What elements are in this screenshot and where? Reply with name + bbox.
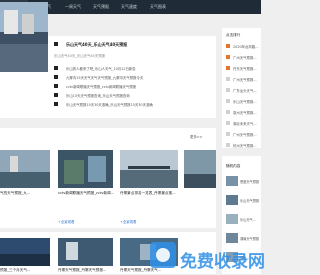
feature-list-item[interactable]: 乐山天气预报15天30天准确_乐山天气预报15天30天准确 xyxy=(66,102,153,107)
feature-list-item[interactable]: 乐山15天天气预报查询_乐山天气预报查询 xyxy=(66,93,130,98)
rank-item[interactable]: 泉州天气预报... xyxy=(233,110,261,115)
rank-marker xyxy=(226,88,230,92)
watermark: 免费收录网 xyxy=(150,238,265,274)
rank-marker xyxy=(226,77,230,81)
article-thumbnail[interactable] xyxy=(120,150,178,188)
list-marker xyxy=(54,93,58,97)
article-thumbnail[interactable] xyxy=(58,150,113,188)
rank-item[interactable]: 丹东天气预报... xyxy=(233,66,261,71)
rank-marker xyxy=(226,44,230,48)
article-thumbnail[interactable] xyxy=(0,238,50,266)
article-title[interactable]: 预报_三个月天气... xyxy=(0,268,54,273)
random-thumbnail[interactable] xyxy=(226,214,238,224)
feature-subtitle: 乐山天气40天_乐山天气40天预报 xyxy=(54,54,106,58)
rank-item[interactable]: 乐山天气预报... xyxy=(233,99,261,104)
feature-list-item[interactable]: cctv新闻联播天气预报_cctv新闻联播天气预报 xyxy=(66,84,136,89)
nav-item-week-weather[interactable]: 一周天气 xyxy=(65,4,81,10)
sidebar-title: 点击排行 xyxy=(226,33,241,37)
rank-marker xyxy=(226,99,230,103)
article-thumbnail[interactable] xyxy=(0,150,50,188)
rank-item[interactable]: 湖北未来天气... xyxy=(233,121,261,126)
random-item[interactable]: 乐山天气... xyxy=(240,217,261,222)
rank-marker xyxy=(226,132,230,136)
article-title[interactable]: 丹寨景点排名一览表_丹寨景点推... xyxy=(120,191,212,196)
nav-item-charts[interactable]: 天气图表 xyxy=(150,4,166,10)
random-item[interactable]: 恩施天气预报 xyxy=(240,179,261,184)
rank-item[interactable]: 广州天气预报... xyxy=(233,77,261,82)
list-marker xyxy=(54,84,58,88)
feature-list-item[interactable]: 乐山的人都来了吧_乐山人天气_10月12日新告 xyxy=(66,66,136,71)
rank-item[interactable]: 广东汕头天气... xyxy=(233,88,261,93)
random-thumbnail[interactable] xyxy=(226,176,238,186)
rank-item[interactable]: 广州天气预报... xyxy=(233,132,261,137)
nav-item-forecast[interactable]: 天气预报 xyxy=(93,4,109,10)
article-thumbnail[interactable] xyxy=(184,150,216,188)
random-item[interactable]: 乐山天气预报 xyxy=(240,198,261,203)
nav-item-speed[interactable]: 天气速度 xyxy=(121,4,137,10)
rank-marker xyxy=(226,110,230,114)
article-title[interactable]: cctv新闻联播天气预报_cctv新闻... xyxy=(58,191,116,196)
feature-list-item[interactable]: 九寨沟15天天气天气天气预报_九寨沟天气预报今天 xyxy=(66,75,143,80)
list-marker xyxy=(54,66,58,70)
rank-item[interactable]: 2020年台风路... xyxy=(233,44,261,49)
article-thumbnail[interactable] xyxy=(58,238,113,266)
random-thumbnail[interactable] xyxy=(226,195,238,205)
list-marker xyxy=(54,75,58,79)
watermark-text: 免费收录网 xyxy=(180,252,265,272)
more-link[interactable]: 更多>> xyxy=(190,134,202,139)
feature-title-marker xyxy=(54,42,58,46)
rank-marker xyxy=(226,143,230,147)
list-marker xyxy=(54,102,58,106)
rank-marker xyxy=(226,121,230,125)
rank-marker xyxy=(226,66,230,70)
rank-item[interactable]: 杭州天气预报... xyxy=(233,143,261,148)
article-title[interactable]: 丹寨天气预报_丹寨天气预报... xyxy=(58,268,116,273)
sidebar2-title: 随机内容 xyxy=(226,164,241,168)
rank-marker xyxy=(226,55,230,59)
feature-title[interactable]: 乐山天气40天_乐山天气40天预报 xyxy=(66,42,127,48)
article-title[interactable]: 气的天气预报_九... xyxy=(0,191,54,196)
fullview-link[interactable]: +全景观看 xyxy=(120,219,136,224)
fullview-link[interactable]: +全景观看 xyxy=(58,219,74,224)
rank-item[interactable]: 广州天气预报... xyxy=(233,55,261,60)
feature-image[interactable] xyxy=(0,2,48,72)
